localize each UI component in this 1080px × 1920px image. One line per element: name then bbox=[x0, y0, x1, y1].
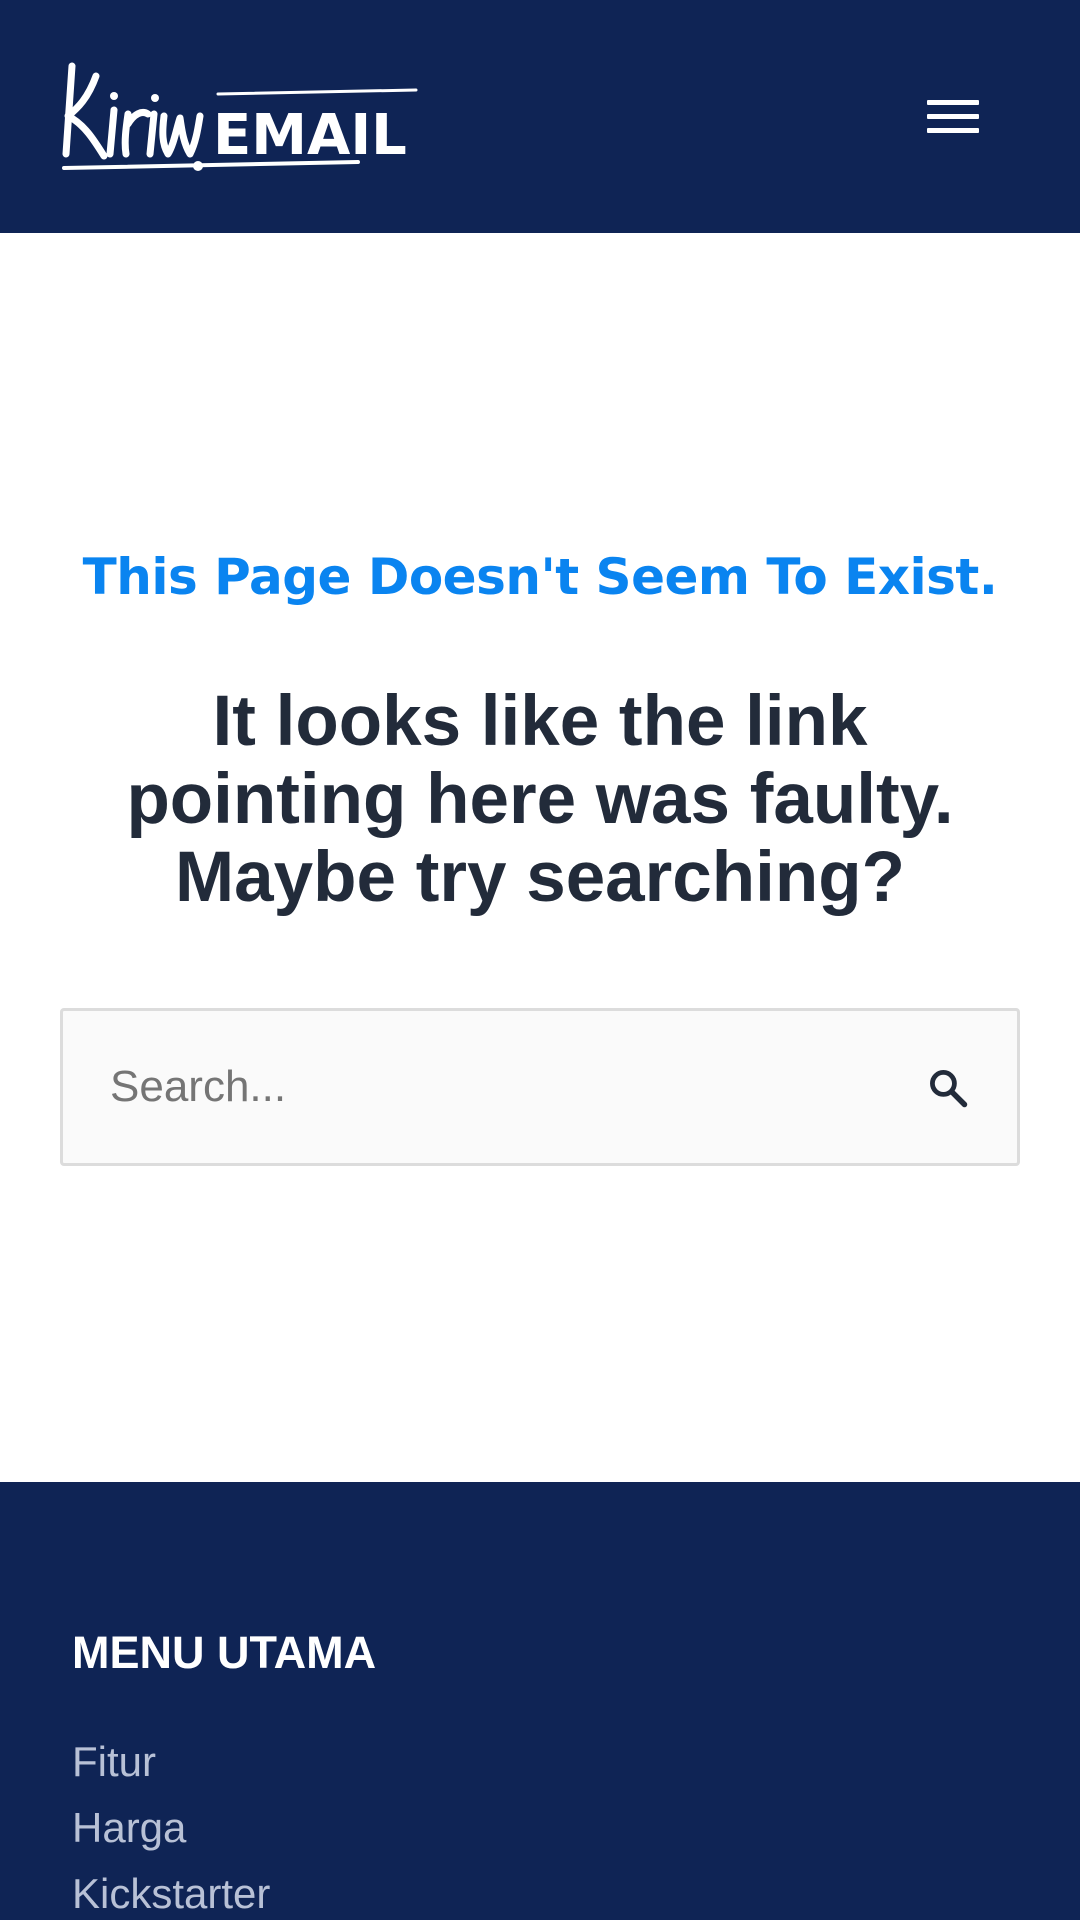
page: EMAIL This Page Doesn't Seem To Exist. I… bbox=[0, 0, 1080, 1920]
footer-menu-item: Harga bbox=[72, 1804, 270, 1870]
search-icon bbox=[930, 1070, 968, 1108]
menu-bar bbox=[927, 113, 979, 119]
menu-bar bbox=[927, 127, 979, 133]
hamburger-menu-icon[interactable] bbox=[918, 90, 988, 142]
footer-link-kickstarter[interactable]: Kickstarter bbox=[72, 1870, 270, 1917]
menu-bar bbox=[927, 99, 979, 105]
error-message: It looks like the link pointing here was… bbox=[126, 682, 954, 917]
site-logo[interactable]: EMAIL bbox=[58, 58, 423, 178]
site-footer: MENU UTAMA Fitur Harga Kickstarter bbox=[0, 1482, 1080, 1920]
footer-link-fitur[interactable]: Fitur bbox=[72, 1738, 156, 1785]
footer-menu-heading: MENU UTAMA bbox=[72, 1627, 377, 1678]
kirimemail-logo-icon: EMAIL bbox=[62, 62, 418, 171]
footer-link-harga[interactable]: Harga bbox=[72, 1804, 186, 1851]
site-header: EMAIL bbox=[0, 0, 1080, 233]
footer-menu-item: Fitur bbox=[72, 1738, 270, 1804]
footer-menu-item: Kickstarter bbox=[72, 1870, 270, 1920]
search-input[interactable] bbox=[63, 1011, 883, 1163]
footer-menu-list: Fitur Harga Kickstarter bbox=[72, 1738, 270, 1920]
search-form bbox=[60, 1008, 1020, 1166]
svg-text:EMAIL: EMAIL bbox=[213, 103, 407, 168]
error-title: This Page Doesn't Seem To Exist. bbox=[82, 548, 998, 606]
search-button[interactable] bbox=[913, 1053, 983, 1123]
